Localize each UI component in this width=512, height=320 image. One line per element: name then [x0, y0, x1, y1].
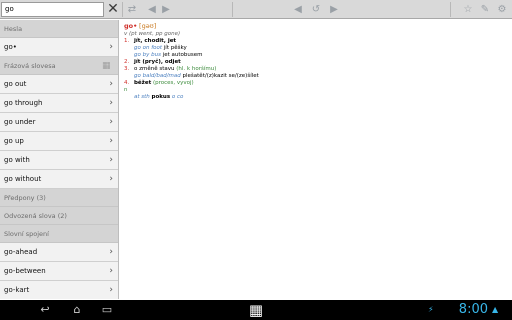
list-item-label: go under — [4, 118, 36, 126]
list-item[interactable]: go-between › — [0, 262, 118, 281]
list-item[interactable]: go up › — [0, 132, 118, 151]
recent-nav-icon[interactable]: ▭ — [98, 303, 116, 317]
list-item[interactable]: go under › — [0, 113, 118, 132]
next-icon[interactable]: ▶ — [328, 3, 340, 16]
chevron-right-icon: › — [109, 266, 113, 276]
section-title: Frázová slovesa — [4, 62, 56, 70]
section-header[interactable]: Odvozená slova (2) — [0, 207, 118, 225]
grammar-forms: v (pt went, pp gone) — [124, 31, 181, 37]
entry-panel: go• [gəʊ] v (pt went, pp gone) 1. jít, c… — [120, 20, 512, 299]
chevron-right-icon: › — [109, 155, 113, 165]
system-nav-bar: ↩ ⌂ ▭ ▦ ⚡ 8:00 ▲ — [0, 300, 512, 320]
list-item-label: go-between — [4, 267, 46, 275]
divider — [122, 2, 123, 17]
list-item[interactable]: go-kart › — [0, 281, 118, 299]
sense-definition: běžet — [134, 80, 152, 86]
star-icon[interactable]: ☆ — [462, 3, 474, 16]
gear-icon[interactable]: ⚙ — [496, 3, 508, 16]
section-header: Frázová slovesa ▦ — [0, 57, 118, 75]
phrase-bold: pokus — [151, 94, 171, 100]
part-of-speech: n — [124, 87, 128, 93]
sense-definition: jít (pryč), odjet — [134, 59, 181, 65]
history-icon[interactable]: ↺ — [310, 3, 322, 16]
section-header: Hesla — [0, 20, 118, 38]
sense-number: 1. — [124, 38, 130, 44]
list-item[interactable]: go-ahead › — [0, 243, 118, 262]
list-item[interactable]: go with › — [0, 151, 118, 170]
results-panel: Hesla go• › Frázová slovesa ▦ go out › go t… — [0, 20, 119, 299]
home-nav-icon[interactable]: ⌂ — [68, 303, 86, 317]
list-item-label: go-ahead — [4, 248, 38, 256]
list-item-label: go• — [4, 43, 17, 51]
chevron-right-icon: › — [109, 117, 113, 127]
swap-icon[interactable]: ⇄ — [126, 3, 138, 16]
list-item[interactable]: go through › — [0, 94, 118, 113]
list-item[interactable]: go• › — [0, 38, 118, 57]
divider — [232, 2, 233, 17]
back-icon[interactable]: ◀ — [146, 3, 158, 16]
sense: 4. běžet (proces, vyvoj) — [124, 80, 508, 87]
list-item-label: go-kart — [4, 286, 30, 294]
list-item-label: go through — [4, 99, 43, 107]
sense-number: 2. — [124, 59, 130, 65]
list-item-label: go up — [4, 137, 24, 145]
sense: 2. jít (pryč), odjet — [124, 59, 508, 66]
list-item[interactable]: go without › — [0, 170, 118, 189]
grid-icon[interactable]: ▦ — [102, 62, 114, 71]
entry-header: go• [gəʊ] — [124, 23, 508, 31]
chevron-right-icon: › — [109, 174, 113, 184]
phrase: at sth pokus o co — [124, 94, 508, 101]
phrase-post: o co — [170, 94, 184, 100]
app: go ✕ ⇄ ◀ ▶ ◀ ↺ ▶ ☆ ✎ ⚙ Hesla go• › Frázov… — [0, 0, 512, 320]
sense-definition: o změně stavu — [134, 66, 177, 72]
search-input[interactable]: go — [1, 2, 104, 17]
clock: 8:00 — [458, 302, 488, 317]
back-nav-icon[interactable]: ↩ — [36, 303, 54, 317]
example: go on foot jít pěšky — [124, 45, 508, 52]
sense-number: 3. — [124, 66, 130, 72]
chevron-right-icon: › — [109, 285, 113, 295]
example-phrase[interactable]: go by bus — [134, 52, 161, 58]
list-item-label: go without — [4, 175, 42, 183]
example: go bald/bad/mad plešatět/(z)kazit se/(ze… — [124, 73, 508, 80]
list-item[interactable]: go out › — [0, 75, 118, 94]
example-phrase[interactable]: go on foot — [134, 45, 162, 51]
usage-label: (proces, vyvoj) — [151, 80, 194, 86]
clear-icon[interactable]: ✕ — [106, 1, 120, 18]
divider — [450, 2, 451, 17]
example-translation: jít pěšky — [162, 45, 187, 51]
sense: 1. jít, chodit, jet — [124, 38, 508, 45]
chevron-right-icon: › — [109, 98, 113, 108]
usage-label: (hl. k horšímu) — [176, 66, 217, 72]
chevron-right-icon: › — [109, 42, 113, 52]
sense-definition: jít, chodit, jet — [134, 38, 177, 44]
example-translation: plešatět/(z)kazit se/(ze)šílet — [180, 73, 259, 79]
apps-icon[interactable]: ▦ — [246, 300, 266, 319]
sense-number: 4. — [124, 80, 130, 86]
pronunciation: [gəʊ] — [139, 22, 157, 30]
example: go by bus jet autobusem — [124, 52, 508, 59]
sense: 3. o změně stavu (hl. k horšímu) — [124, 66, 508, 73]
chevron-right-icon: › — [109, 136, 113, 146]
forward-icon[interactable]: ▶ — [160, 3, 172, 16]
section-header: Slovní spojení — [0, 225, 118, 243]
section-header[interactable]: Předpony (3) — [0, 189, 118, 207]
chevron-right-icon: › — [109, 79, 113, 89]
prev-icon[interactable]: ◀ — [292, 3, 304, 16]
example-translation: jet autobusem — [160, 52, 203, 58]
headword: go• — [124, 22, 138, 30]
top-toolbar: go ✕ ⇄ ◀ ▶ ◀ ↺ ▶ ☆ ✎ ⚙ — [0, 0, 512, 19]
phrase-pre: at sth — [134, 94, 152, 100]
tools-icon[interactable]: ✎ — [479, 3, 491, 16]
chevron-right-icon: › — [109, 247, 113, 257]
example-phrase[interactable]: go bald/bad/mad — [134, 73, 181, 79]
list-item-label: go with — [4, 156, 30, 164]
wifi-icon: ▲ — [492, 305, 499, 314]
list-item-label: go out — [4, 80, 27, 88]
usb-icon: ⚡ — [428, 305, 434, 314]
